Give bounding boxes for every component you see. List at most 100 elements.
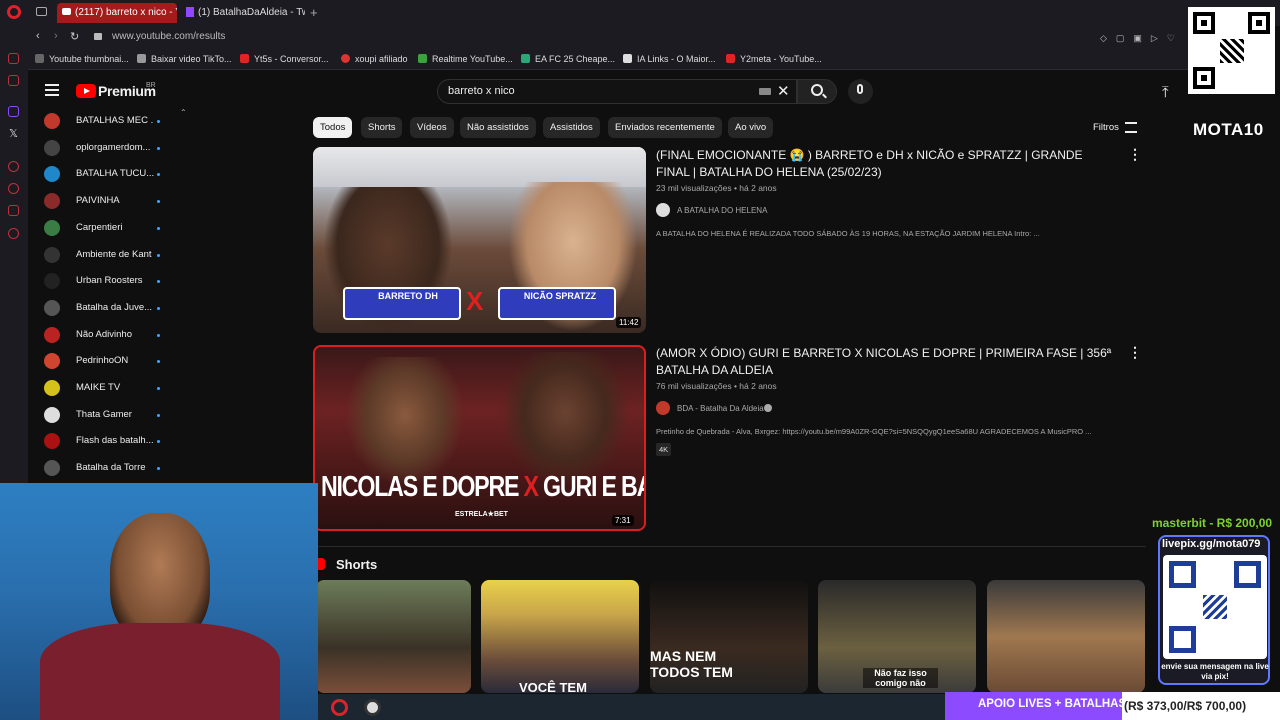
bookmark-item[interactable]: Yt5s - Conversor... <box>240 54 329 64</box>
thumb-sponsor: ESTRELA★BET <box>455 511 508 518</box>
chip-videos[interactable]: Vídeos <box>410 117 454 138</box>
history-icon[interactable] <box>8 183 19 194</box>
subscription-item[interactable]: BATALHA TUCU... <box>44 164 162 184</box>
address-bar-actions[interactable]: ◇▢▣▷♡ <box>1100 33 1184 44</box>
channel-name[interactable]: BDA - Batalha Da Aldeia <box>677 404 764 413</box>
video-thumbnail[interactable]: BARRETO DH NICÃO SPRATZZ X 11:42 <box>313 147 646 333</box>
thumb-left-label: BARRETO DH <box>378 291 438 301</box>
bookmark-icon <box>418 54 427 63</box>
bookmark-item[interactable]: IA Links - O Maior... <box>623 54 716 64</box>
youtube-logo-icon[interactable] <box>76 84 96 98</box>
twitch-icon[interactable] <box>8 106 19 117</box>
channel-name[interactable]: A BATALHA DO HELENA <box>677 206 767 215</box>
goal-label: APOIO LIVES + BATALHAS <box>978 698 1127 710</box>
channel-avatar[interactable] <box>656 401 670 415</box>
video-thumbnail[interactable]: NICOLAS E DOPRE X GURI E BARRETO ESTRELA… <box>313 345 646 531</box>
short-thumbnail[interactable] <box>316 580 471 693</box>
chip-todos[interactable]: Todos <box>313 117 353 138</box>
video-meta: 76 mil visualizações • há 2 anos <box>656 381 777 391</box>
sidebar-app-icon[interactable] <box>8 161 19 172</box>
x-twitter-icon[interactable]: 𝕏 <box>9 127 18 140</box>
bookmark-item[interactable]: EA FC 25 Cheape... <box>521 54 615 64</box>
tab-twitch[interactable]: (1) BatalhaDaAldeia - Twit <box>180 3 305 23</box>
more-options-icon[interactable]: ⋮ <box>1128 344 1142 361</box>
subscription-item[interactable]: Não Adivinho <box>44 325 162 345</box>
youtube-favicon-icon <box>62 8 71 15</box>
new-content-dot <box>157 120 160 123</box>
sidebar-app-icon[interactable] <box>8 75 19 86</box>
webcam-feed <box>0 483 318 720</box>
bookmark-item[interactable]: Realtime YouTube... <box>418 54 513 64</box>
subscription-item[interactable]: PAIVINHA <box>44 191 162 211</box>
divider <box>316 546 1146 547</box>
settings-icon[interactable] <box>8 228 19 239</box>
search-icon <box>811 84 823 96</box>
chip-enviados-recentemente[interactable]: Enviados recentemente <box>608 117 722 138</box>
keyboard-icon[interactable] <box>759 88 771 95</box>
subscription-item[interactable]: BATALHAS MEC ... <box>44 111 162 131</box>
chip-assistidos[interactable]: Assistidos <box>543 117 600 138</box>
channel-avatar <box>44 433 60 450</box>
opera-logo-icon[interactable] <box>7 5 21 19</box>
subscription-name: Batalha da Torre <box>76 462 146 474</box>
bookmark-item[interactable]: Y2meta - YouTube... <box>726 54 822 64</box>
menu-icon[interactable] <box>45 84 59 96</box>
video-title[interactable]: (AMOR X ÓDIO) GURI E BARRETO X NICOLAS E… <box>656 345 1116 379</box>
subscription-item[interactable]: Thata Gamer <box>44 405 162 425</box>
back-icon[interactable]: ‹ <box>36 30 40 42</box>
subscription-item[interactable]: Ambiente de Kant <box>44 245 162 265</box>
channel-avatar <box>44 326 60 343</box>
obs-icon[interactable] <box>364 699 381 716</box>
subscription-item[interactable]: Batalha da Juve... <box>44 298 162 318</box>
channel-avatar[interactable] <box>656 203 670 217</box>
subscription-item[interactable]: PedrinhoON <box>44 351 162 371</box>
filters-icon[interactable] <box>1125 122 1137 133</box>
channel-avatar <box>44 113 60 129</box>
chip-nao-assistidos[interactable]: Não assistidos <box>460 117 536 138</box>
chip-shorts[interactable]: Shorts <box>361 117 403 138</box>
country-code: BR <box>146 82 156 89</box>
qr-eye <box>1169 561 1196 588</box>
short-thumbnail[interactable]: Não faz isso comigo não <box>818 580 976 693</box>
url-field[interactable]: www.youtube.com/results <box>112 31 225 42</box>
short-thumbnail[interactable]: VOCÊ TEM <box>481 580 639 693</box>
short-thumbnail[interactable]: MAS NEM TODOS TEM <box>650 580 808 693</box>
messages-icon[interactable] <box>8 205 19 216</box>
reload-icon[interactable]: ↻ <box>70 30 79 43</box>
more-options-icon[interactable]: ⋮ <box>1128 146 1142 163</box>
chevron-up-icon[interactable]: ⌃ <box>180 108 187 117</box>
subscription-name: Urban Roosters <box>76 275 143 287</box>
subscription-name: BATALHA TUCU... <box>76 168 154 180</box>
new-content-dot <box>157 253 160 257</box>
subscription-item[interactable]: Carpentieri <box>44 218 162 238</box>
new-tab-icon[interactable]: + <box>310 5 318 20</box>
search-query-text[interactable]: barreto x nico <box>448 85 515 97</box>
video-title[interactable]: (FINAL EMOCIONANTE 😭 ) BARRETO e DH x NI… <box>656 147 1116 181</box>
forward-icon[interactable]: › <box>54 30 58 42</box>
subscription-item[interactable]: Flash das batalh... <box>44 431 162 451</box>
bookmark-item[interactable]: Baixar video TikTo... <box>137 54 232 64</box>
chip-ao-vivo[interactable]: Ao vivo <box>728 117 774 138</box>
bookmark-item[interactable]: Youtube thumbnai... <box>35 54 129 64</box>
short-caption: VOCÊ TEM <box>519 680 587 693</box>
short-thumbnail[interactable] <box>987 580 1145 693</box>
workspaces-icon[interactable] <box>36 7 47 16</box>
new-content-dot <box>157 146 160 150</box>
sidebar-app-icon[interactable] <box>8 53 19 64</box>
filters-button[interactable]: Filtros <box>1093 122 1119 133</box>
verified-icon <box>764 404 772 412</box>
clear-search-icon[interactable]: ✕ <box>777 82 790 100</box>
bookmark-item[interactable]: xoupi afiliado <box>341 54 408 64</box>
upload-icon[interactable]: ⤒ <box>1162 84 1169 101</box>
subscription-item[interactable]: Batalha da Torre <box>44 458 162 478</box>
subscription-item[interactable]: MAIKE TV <box>44 378 162 398</box>
qr-code <box>1188 7 1275 94</box>
subscription-name: MAIKE TV <box>76 382 121 393</box>
subscription-item[interactable]: oplorgamerdom... <box>44 138 162 158</box>
bookmark-icon <box>137 54 146 63</box>
channel-avatar <box>44 273 60 290</box>
opera-icon[interactable] <box>331 699 348 716</box>
short-caption: Não faz isso comigo não <box>863 668 938 688</box>
subscription-item[interactable]: Urban Roosters <box>44 271 162 291</box>
tab-youtube[interactable]: (2117) barreto x nico - You <box>57 3 177 23</box>
